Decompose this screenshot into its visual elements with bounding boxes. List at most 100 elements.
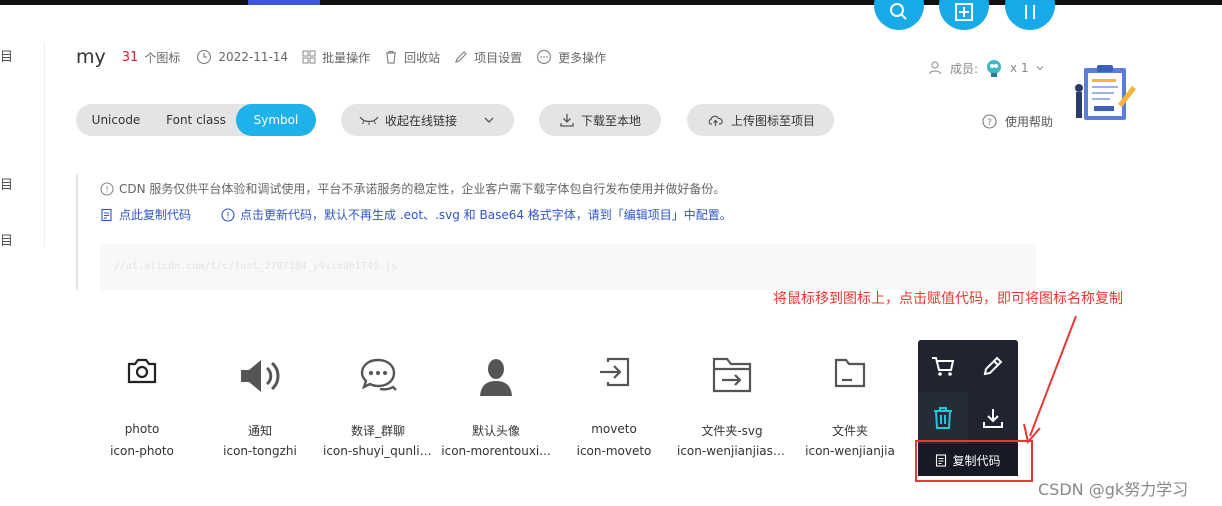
project-header: my 31 个图标 2022-11-14 批量操作 回收站 项目设置 更多操作	[76, 44, 606, 70]
info-circle-icon: !	[100, 181, 114, 196]
svg-text:?: ?	[987, 118, 992, 128]
icon-name: 通知	[247, 424, 272, 438]
cdn-notice-text: CDN 服务仅供平台体验和调试使用，平台不承诺服务的稳定性，企业客户需下载字体包…	[119, 182, 726, 196]
code-format-tabs: Unicode Font class Symbol	[76, 104, 316, 136]
speaker-icon	[201, 356, 319, 396]
members-icon	[928, 61, 942, 75]
sort-arrows-icon	[1025, 5, 1035, 19]
icon-count-unit: 个图标	[144, 50, 181, 65]
add-fab[interactable]	[939, 0, 989, 30]
tab-font-class[interactable]: Font class	[156, 104, 236, 136]
highlight-frame	[915, 440, 1033, 482]
svg-text:!: !	[226, 211, 230, 221]
tutorial-annotation: 将鼠标移到图标上，点击赋值代码，即可将图标名称复制	[773, 291, 1123, 307]
chevron-down-icon	[1036, 66, 1044, 71]
move-to-icon	[555, 356, 673, 396]
members-label: 成员:	[950, 61, 979, 76]
question-circle-icon: ?	[982, 114, 997, 129]
help-illustration	[1075, 65, 1136, 120]
clock-icon	[197, 49, 212, 65]
folder-icon	[791, 356, 909, 396]
help-label: 使用帮助	[1005, 115, 1054, 129]
icon-code: icon-photo	[110, 444, 174, 458]
icon-code: icon-moveto	[576, 444, 652, 458]
svg-text:!: !	[105, 185, 109, 195]
icon-card-photo[interactable]: photo icon-photo	[83, 350, 201, 470]
sidebar-item-fragment[interactable]: 目	[0, 174, 13, 193]
icon-code: icon-shuyi_qunliao	[323, 444, 435, 458]
sidebar-item-fragment[interactable]: 目	[0, 230, 13, 249]
search-icon	[890, 3, 907, 20]
icon-code: icon-tongzhi	[223, 444, 297, 458]
icon-card-wenjianjiasvg[interactable]: 文件夹-svg icon-wenjianjiasvg	[673, 350, 791, 470]
icon-name: 文件夹-svg	[701, 424, 763, 438]
icon-name: photo	[124, 422, 160, 436]
sidebar-item-fragment[interactable]: 目	[0, 46, 13, 65]
batch-ops-button[interactable]: 批量操作	[302, 49, 370, 66]
search-fab[interactable]	[874, 0, 924, 30]
project-date: 2022-11-14	[218, 50, 289, 64]
download-icon-button[interactable]	[968, 392, 1018, 444]
download-local-label: 下载至本地	[581, 113, 642, 128]
tab-unicode[interactable]: Unicode	[76, 104, 156, 136]
add-box-icon	[955, 3, 973, 21]
icon-card-moveto[interactable]: moveto icon-moveto	[555, 350, 673, 470]
download-local-button[interactable]: 下载至本地	[539, 104, 661, 136]
members-dropdown[interactable]: 成员: x 1	[928, 58, 1051, 78]
recycle-bin-button[interactable]: 回收站	[384, 49, 440, 66]
pencil-icon	[983, 356, 1003, 376]
copy-doc-icon	[101, 208, 112, 221]
date-item: 2022-11-14	[196, 49, 288, 65]
folder-arrow-icon	[673, 356, 791, 396]
delete-icon-button[interactable]	[918, 392, 968, 444]
update-code-link[interactable]: 点击更新代码，默认不再生成 .eot、.svg 和 Base64 格式字体，请到…	[240, 206, 732, 223]
icon-count: 31	[121, 49, 139, 65]
trash-icon	[934, 407, 952, 429]
cdn-code-block[interactable]: //at.alicdn.com/t/c/font_2787184_y4vix9h…	[100, 244, 1036, 290]
members-count: x 1	[1010, 61, 1029, 75]
icon-name: moveto	[591, 422, 637, 436]
cdn-links: 点此复制代码 ! 点击更新代码，默认不再生成 .eot、.svg 和 Base6…	[100, 206, 732, 223]
help-link[interactable]: ? 使用帮助	[982, 113, 1053, 130]
edit-icon-button[interactable]	[968, 340, 1018, 392]
more-dots-icon	[537, 49, 552, 65]
chat-icon	[319, 356, 437, 396]
upload-to-project-label: 上传图标至项目	[731, 113, 816, 128]
icon-card-wenjianjia[interactable]: 文件夹 icon-wenjianjia	[791, 350, 909, 470]
batch-grid-icon	[302, 50, 316, 64]
icon-name: 默认头像	[471, 424, 520, 438]
collapse-online-link-label: 收起在线链接	[385, 113, 458, 128]
eye-closed-icon	[359, 116, 379, 125]
chevron-down-icon	[484, 117, 494, 123]
watermark: CSDN @gk努力学习	[1038, 480, 1189, 499]
cart-icon	[932, 357, 955, 376]
icon-card-tongzhi[interactable]: 通知 icon-tongzhi	[201, 350, 319, 470]
more-ops-label: 更多操作	[558, 50, 607, 65]
project-settings-button[interactable]: 项目设置	[454, 49, 522, 66]
sort-fab[interactable]	[1005, 0, 1055, 30]
project-title: my	[76, 46, 106, 68]
tab-symbol[interactable]: Symbol	[236, 104, 316, 136]
icon-card-morentouxiang[interactable]: 默认头像 icon-morentouxi...	[437, 350, 555, 470]
top-bar-accent	[248, 0, 320, 5]
recycle-bin-label: 回收站	[404, 50, 441, 65]
batch-ops-label: 批量操作	[322, 50, 371, 65]
more-ops-button[interactable]: 更多操作	[536, 49, 606, 66]
info-circle-icon: !	[221, 207, 235, 222]
icon-name: 文件夹	[831, 424, 868, 438]
trash-icon	[386, 50, 397, 64]
download-icon	[983, 409, 1003, 428]
copy-code-link[interactable]: 点此复制代码	[119, 206, 191, 223]
icon-code: icon-wenjianjiasvg	[677, 444, 788, 458]
collapse-online-link-button[interactable]: 收起在线链接	[341, 104, 514, 136]
sidebar-divider	[44, 42, 45, 247]
avatar-icon	[437, 356, 555, 396]
cdn-notice: ! CDN 服务仅供平台体验和调试使用，平台不承诺服务的稳定性，企业客户需下载字…	[100, 180, 725, 197]
add-to-cart-button[interactable]	[918, 340, 968, 392]
pencil-icon	[455, 51, 467, 63]
download-icon	[560, 114, 574, 127]
icon-card-shuyi-qunliao[interactable]: 数译_群聊 icon-shuyi_qunliao	[319, 350, 437, 470]
upload-to-project-button[interactable]: 上传图标至项目	[687, 104, 834, 136]
cloud-upload-icon	[708, 115, 723, 126]
cdn-panel: ! CDN 服务仅供平台体验和调试使用，平台不承诺服务的稳定性，企业客户需下载字…	[76, 174, 1036, 290]
